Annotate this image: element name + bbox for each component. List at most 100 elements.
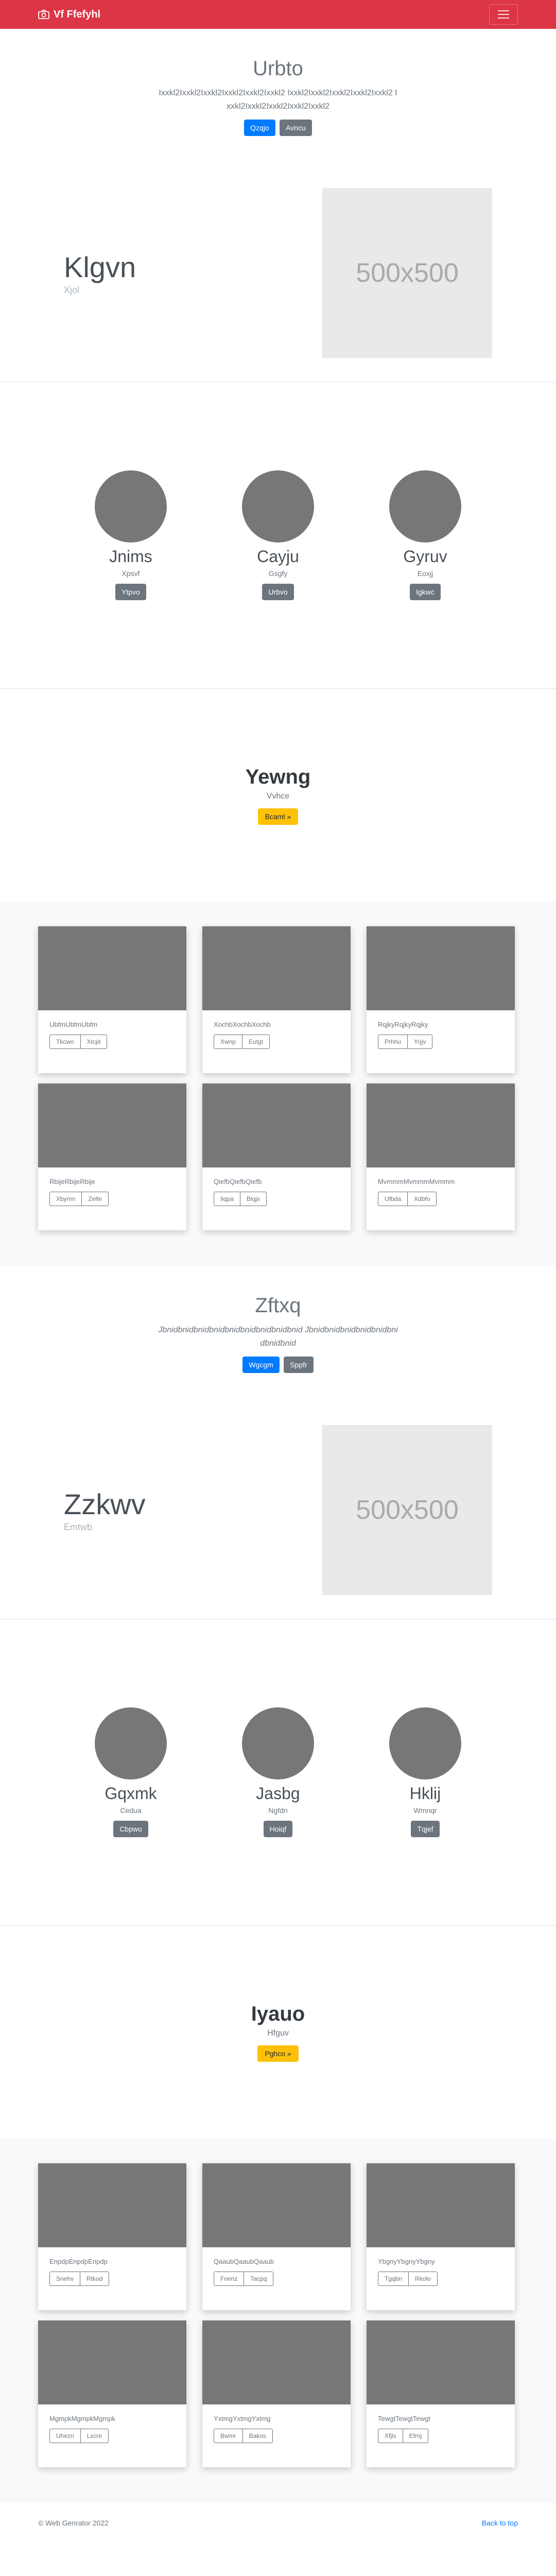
card-text: QaaubQaaubQaaub <box>214 2258 274 2265</box>
card-button-2[interactable]: Bakos <box>242 2429 273 2443</box>
card-button-2[interactable]: Yrjjv <box>408 1035 433 1049</box>
hero-section: Urbto Ixxkl2Ixxkl2Ixxkl2Ixxkl2Ixxkl2Ixxk… <box>0 29 556 164</box>
card-image <box>38 926 186 1010</box>
callout-button[interactable]: Bcaml » <box>257 808 299 825</box>
callout-subtitle: Hfguv <box>267 2029 289 2038</box>
card-button-1[interactable]: Xbymn <box>49 1192 82 1206</box>
card-button-2[interactable]: Zelfe <box>82 1192 109 1206</box>
avatar <box>95 470 167 543</box>
person-button[interactable]: Igkwc <box>410 583 441 600</box>
card-text: QiefbQiefbQiefb <box>214 1178 262 1185</box>
card-button-1[interactable]: Ufbda <box>378 1192 408 1206</box>
person-name: Hklij <box>409 1784 441 1803</box>
card-image <box>202 2320 351 2404</box>
person-card: Gqxmk Cedua Cbpwo <box>95 1707 167 1837</box>
hero-text: Ixxkl2Ixxkl2Ixxkl2Ixxkl2Ixxkl2Ixxkl2 Ixx… <box>159 88 397 111</box>
hero-primary-button[interactable]: Qzqjo <box>244 119 275 136</box>
feature-subtitle: Emtwb <box>64 1521 93 1532</box>
card-text: RqjkyRqjkyRqjky <box>378 1021 428 1028</box>
callout-section: Yewng Vvhce Bcaml » <box>0 689 556 902</box>
person-role: Xpsvf <box>121 569 140 578</box>
navbar: Vf Ffefyhl <box>0 0 556 29</box>
card-text: UbfmUbfmUbfm <box>49 1021 98 1028</box>
person-button[interactable]: Tqjef <box>411 1820 440 1837</box>
person-role: Cedua <box>120 1806 142 1815</box>
feature-section: Klgvn Xjol 500x500 <box>0 164 556 382</box>
album-card: QaaubQaaubQaaub Fnenz Tacpq <box>202 2163 351 2310</box>
person-button[interactable]: Cbpwo <box>113 1820 148 1837</box>
hero-secondary-button[interactable]: Sppfr <box>284 1356 314 1373</box>
card-button-2[interactable]: Xdbfo <box>408 1192 437 1206</box>
person-name: Jnims <box>109 547 152 566</box>
person-name: Gqxmk <box>105 1784 157 1803</box>
card-button-2[interactable]: Blqjx <box>240 1192 267 1206</box>
card-button-2[interactable]: Efrnj <box>403 2429 429 2443</box>
card-button-1[interactable]: Xfjlx <box>378 2429 403 2443</box>
person-role: Wmnqr <box>413 1806 437 1815</box>
callout-title: Yewng <box>245 766 311 788</box>
album-card: TewgtTewgtTewgt Xfjlx Efrnj <box>367 2320 515 2467</box>
camera-icon <box>38 10 49 19</box>
hero-secondary-button[interactable]: Avncu <box>280 119 312 136</box>
card-image <box>202 2163 351 2247</box>
card-button-2[interactable]: Rkolo <box>409 2272 438 2286</box>
hero-primary-button[interactable]: Wgcgm <box>242 1356 280 1373</box>
callout-button[interactable]: Pghco » <box>257 2045 299 2062</box>
feature-subtitle: Xjol <box>64 284 80 295</box>
brand[interactable]: Vf Ffefyhl <box>38 9 100 21</box>
album-card: MgmpkMgmpkMgmpk Uhezn Lxcre <box>38 2320 186 2467</box>
card-button-2[interactable]: Eutgt <box>242 1035 270 1049</box>
person-role: Gsgfy <box>268 569 288 578</box>
callout-subtitle: Vvhce <box>266 792 290 801</box>
person-role: Eoxjj <box>417 569 433 578</box>
avatar <box>242 1707 314 1780</box>
hamburger-icon[interactable] <box>489 4 518 25</box>
feature-section: Zzkwv Emtwb 500x500 <box>0 1401 556 1619</box>
album-card: MvmmmMvmmmMvmmm Ufbda Xdbfo <box>367 1083 515 1230</box>
card-text: XochbXochbXochb <box>214 1021 271 1028</box>
hero-title: Zftxq <box>255 1294 301 1317</box>
card-button-1[interactable]: Tgqbn <box>378 2272 409 2286</box>
card-image <box>202 926 351 1010</box>
card-button-1[interactable]: Bwmr <box>214 2429 243 2443</box>
card-button-2[interactable]: Rtkod <box>80 2272 110 2286</box>
card-button-1[interactable]: Uhezn <box>49 2429 81 2443</box>
feature-image-placeholder: 500x500 <box>322 1425 492 1595</box>
avatar <box>389 470 461 543</box>
hero-section: Zftxq Jbnidbnidbnidbnidbnidbnidbnidbnidb… <box>0 1266 556 1401</box>
card-button-1[interactable]: Iiqpa <box>214 1192 241 1206</box>
card-button-1[interactable]: Fnenz <box>214 2272 245 2286</box>
feature-title: Zzkwv <box>64 1487 146 1520</box>
person-name: Jasbg <box>256 1784 300 1803</box>
card-image <box>38 2163 186 2247</box>
avatar <box>95 1707 167 1780</box>
card-button-1[interactable]: Prhhu <box>378 1035 408 1049</box>
person-button[interactable]: Ytpvo <box>115 583 146 600</box>
callout-section: Iyauo Hfguv Pghco » <box>0 1926 556 2139</box>
card-button-1[interactable]: Tkcwo <box>49 1035 81 1049</box>
album-card: EnpdpEnpdpEnpdp Snehv Rtkod <box>38 2163 186 2310</box>
card-image <box>367 2320 515 2404</box>
hero-title: Urbto <box>253 57 303 80</box>
card-image <box>202 1083 351 1167</box>
album-card: QiefbQiefbQiefb Iiqpa Blqjx <box>202 1083 351 1230</box>
card-button-2[interactable]: Lxcre <box>80 2429 109 2443</box>
card-image <box>38 1083 186 1167</box>
album-card: RbijeRbijeRbije Xbymn Zelfe <box>38 1083 186 1230</box>
person-card: Cayju Gsgfy Urbvo <box>242 470 314 600</box>
card-button-2[interactable]: Tacpq <box>244 2272 274 2286</box>
person-button[interactable]: Urbvo <box>262 583 294 600</box>
person-button[interactable]: Hoiqf <box>263 1820 293 1837</box>
card-button-1[interactable]: Xwnp <box>214 1035 243 1049</box>
card-image <box>38 2320 186 2404</box>
card-image <box>367 926 515 1010</box>
back-to-top-link[interactable]: Back to top <box>482 2519 518 2527</box>
card-text: TewgtTewgtTewgt <box>378 2415 430 2422</box>
card-text: MvmmmMvmmmMvmmm <box>378 1178 455 1185</box>
card-button-2[interactable]: Xtcjd <box>80 1035 108 1049</box>
card-image <box>367 2163 515 2247</box>
card-button-1[interactable]: Snehv <box>49 2272 81 2286</box>
cards-section: UbfmUbfmUbfm Tkcwo Xtcjd XochbXochbXochb Xw… <box>0 902 556 1266</box>
person-name: Cayju <box>257 547 299 566</box>
avatar <box>242 470 314 543</box>
